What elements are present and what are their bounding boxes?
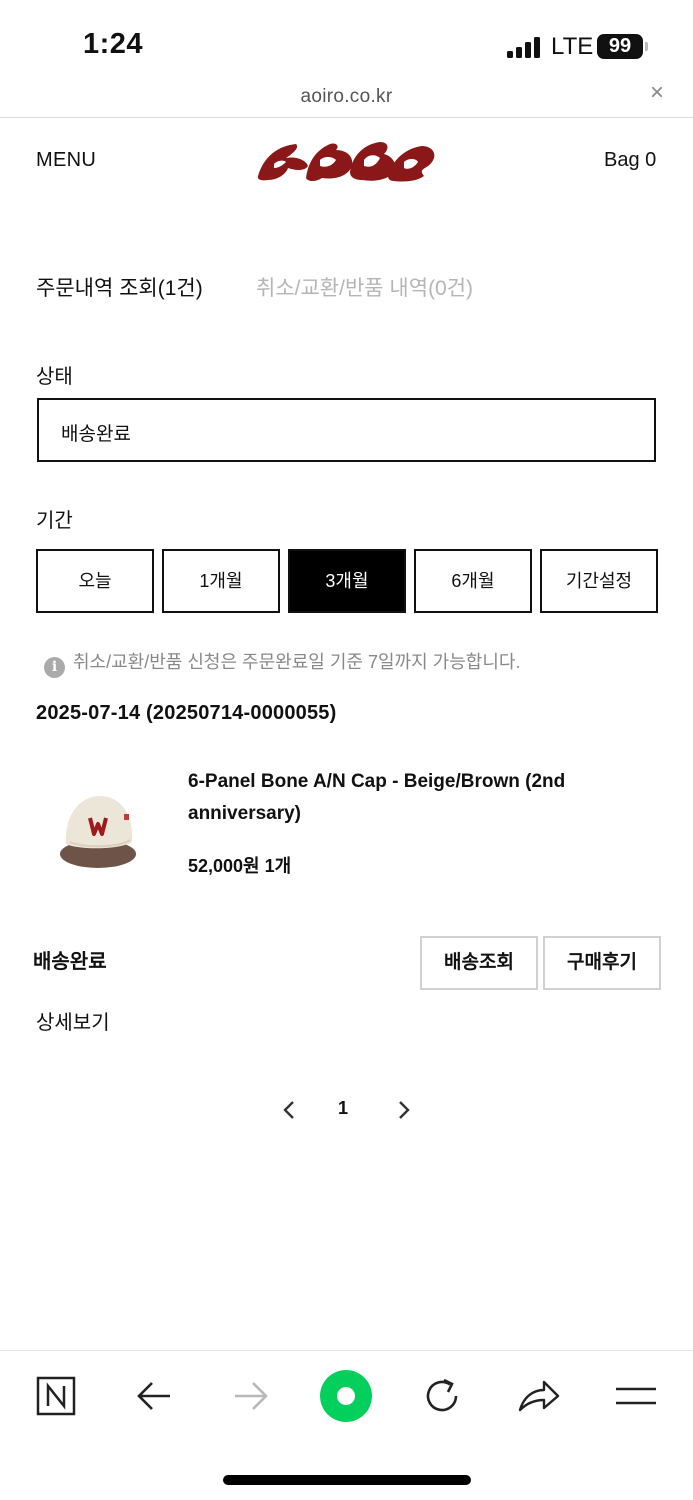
track-delivery-button[interactable]: 배송조회 [420,936,538,990]
forward-arrow-icon[interactable] [229,1374,273,1418]
product-price: 52,000원 1개 [188,856,292,876]
status-select-value: 배송완료 [61,424,131,445]
url-bar[interactable]: aoiro.co.kr × [0,80,693,118]
notice-text: 취소/교환/반품 신청은 주문완료일 기준 7일까지 가능합니다. [73,652,521,672]
status-select[interactable]: 배송완료 [37,398,656,462]
order-header: 2025-07-14 (20250714-0000055) [36,702,337,724]
green-dot-icon[interactable] [318,1368,374,1424]
product-name[interactable]: 6-Panel Bone A/N Cap - Beige/Brown (2nd … [188,766,628,830]
notice: i 취소/교환/반품 신청은 주문완료일 기준 7일까지 가능합니다. [44,648,520,678]
logo[interactable] [256,136,438,186]
period-label: 기간 [36,510,73,532]
battery-icon: 99 [597,34,643,59]
period-button-6month[interactable]: 6개월 [414,549,532,613]
menu-link[interactable]: MENU [36,149,96,172]
naver-home-icon[interactable] [34,1374,78,1418]
page-number[interactable]: 1 [338,1098,348,1119]
reload-icon[interactable] [420,1374,464,1418]
home-indicator [223,1475,471,1485]
period-button-today[interactable]: 오늘 [36,549,154,613]
close-icon[interactable]: × [646,81,668,105]
status-time: 1:24 [83,28,144,60]
period-button-1month[interactable]: 1개월 [162,549,280,613]
tab-returns[interactable]: 취소/교환/반품 내역(0건) [256,272,473,302]
status-label: 상태 [36,366,73,388]
bag-link[interactable]: Bag 0 [604,149,656,172]
hamburger-menu-icon[interactable] [614,1374,658,1418]
url-text[interactable]: aoiro.co.kr [0,86,693,108]
product-image[interactable] [56,788,140,872]
write-review-button[interactable]: 구매후기 [543,936,661,990]
delivery-status: 배송완료 [33,951,107,973]
chevron-left-icon[interactable] [279,1098,299,1122]
signal-icon [507,36,540,58]
info-icon: i [44,657,65,678]
detail-link[interactable]: 상세보기 [36,1006,110,1035]
network-label: LTE [551,33,594,60]
status-bar: 1:24 LTE 99 [0,0,693,88]
period-button-custom[interactable]: 기간설정 [540,549,658,613]
tab-orders[interactable]: 주문내역 조회(1건) [36,272,203,302]
period-button-3month[interactable]: 3개월 [288,549,406,613]
chevron-right-icon[interactable] [394,1098,414,1122]
battery-nub [645,42,648,51]
back-arrow-icon[interactable] [132,1374,176,1418]
share-icon[interactable] [516,1374,560,1418]
